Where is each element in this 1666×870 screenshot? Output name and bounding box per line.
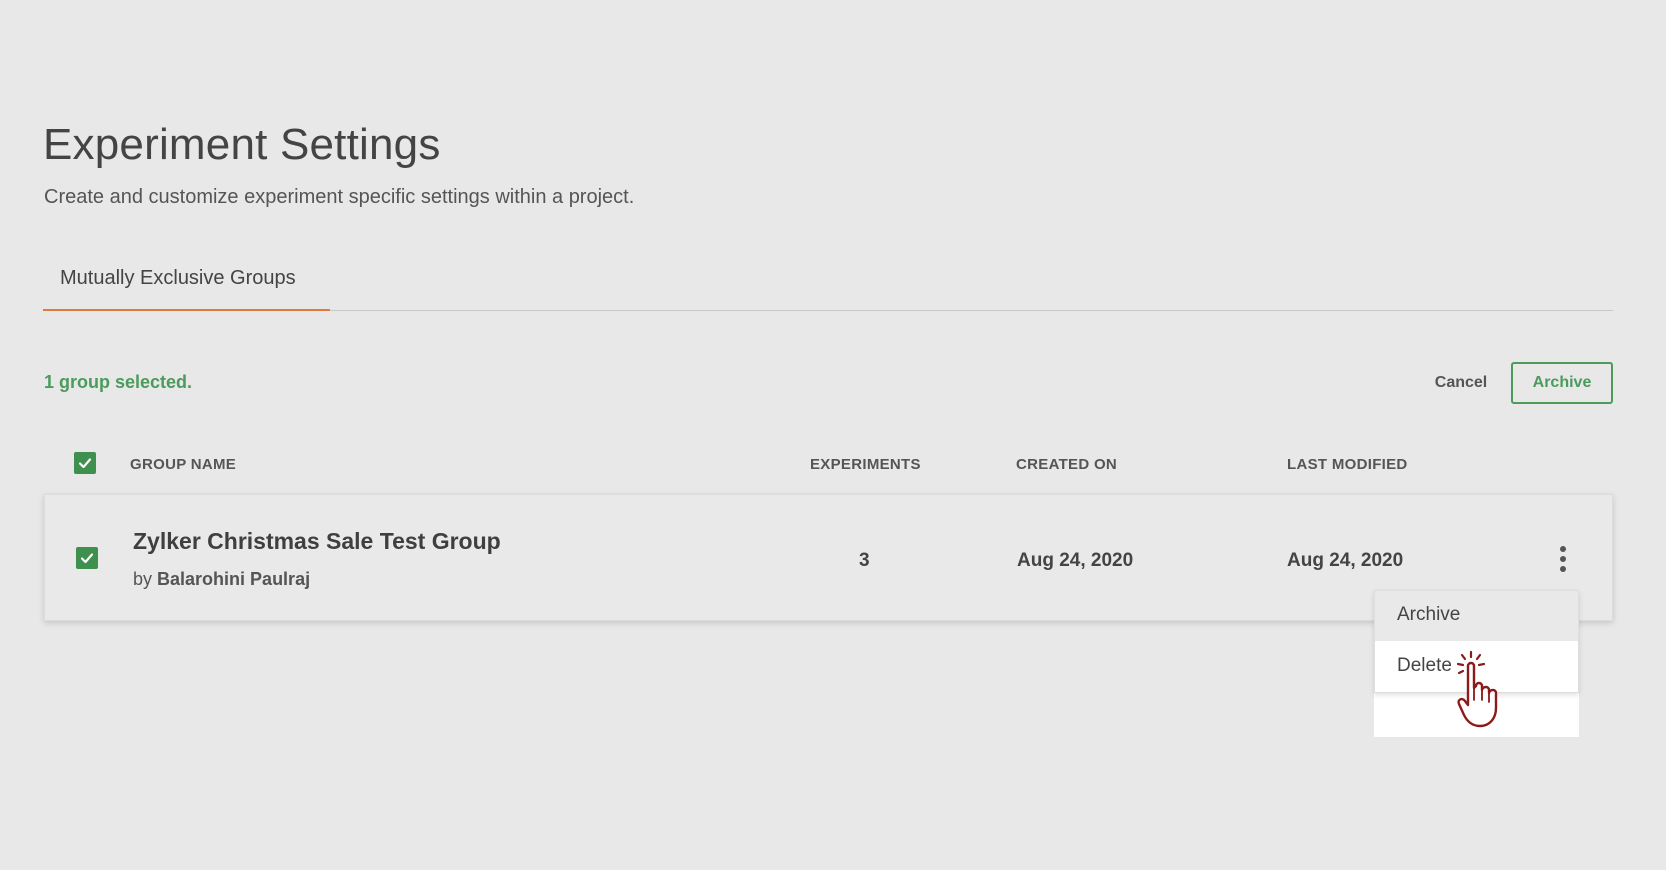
table-header: GROUP NAME EXPERIMENTS CREATED ON LAST M… (44, 450, 1614, 480)
group-name[interactable]: Zylker Christmas Sale Test Group (133, 528, 501, 555)
last-modified-date: Aug 24, 2020 (1287, 550, 1404, 571)
page-title: Experiment Settings (43, 120, 441, 169)
selection-bar: 1 group selected. Cancel Archive (44, 362, 1614, 404)
check-icon (78, 458, 92, 469)
owner-prefix: by (133, 569, 153, 589)
selected-count: 1 group selected. (44, 372, 193, 392)
archive-button[interactable]: Archive (1511, 362, 1613, 404)
kebab-menu-icon[interactable] (1551, 544, 1575, 574)
select-all-checkbox[interactable] (74, 452, 96, 474)
column-header-last-modified[interactable]: LAST MODIFIED (1287, 456, 1408, 473)
owner-name: Balarohini Paulraj (157, 569, 311, 589)
column-header-group-name[interactable]: GROUP NAME (130, 456, 236, 473)
settings-tabs: Mutually Exclusive Groups (43, 256, 1613, 311)
created-on-date: Aug 24, 2020 (1017, 550, 1134, 571)
experiment-settings-page: Experiment Settings Create and customize… (0, 0, 1666, 870)
page-subtitle: Create and customize experiment specific… (44, 186, 635, 208)
group-owner: by Balarohini Paulraj (133, 569, 310, 590)
tab-mutually-exclusive-groups[interactable]: Mutually Exclusive Groups (43, 256, 330, 311)
row-checkbox[interactable] (76, 547, 98, 569)
menu-item-archive[interactable]: Archive (1375, 591, 1578, 641)
check-icon (80, 553, 94, 564)
experiments-count: 3 (859, 550, 870, 571)
hand-pointer-icon (1456, 650, 1498, 728)
cancel-button[interactable]: Cancel (1411, 362, 1511, 404)
column-header-experiments[interactable]: EXPERIMENTS (810, 456, 921, 473)
column-header-created-on[interactable]: CREATED ON (1016, 456, 1117, 473)
